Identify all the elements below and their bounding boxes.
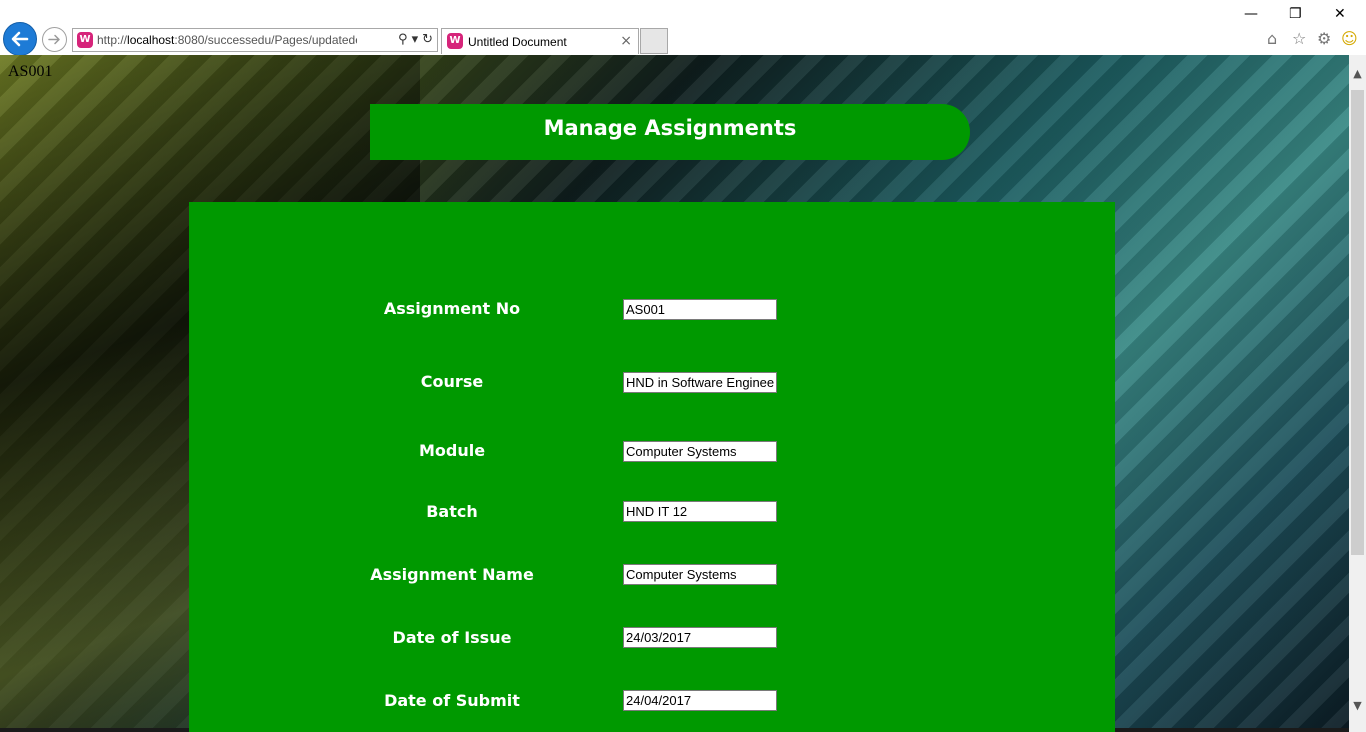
scroll-up-icon[interactable]: ▲ — [1349, 65, 1366, 82]
assignment-no-input[interactable] — [623, 299, 777, 320]
assignment-form: Assignment No Course Module Batch Assign… — [189, 202, 1115, 732]
page-title: Manage Assignments — [543, 116, 797, 140]
module-label: Module — [418, 441, 486, 460]
feedback-smiley-icon[interactable]: ☺ — [1341, 29, 1358, 48]
address-url[interactable]: http://localhost:8080/successedu/Pages/u… — [97, 33, 357, 47]
date-of-submit-input[interactable] — [623, 690, 777, 711]
home-icon[interactable]: ⌂ — [1267, 29, 1277, 48]
course-label: Course — [420, 372, 484, 391]
back-button[interactable] — [3, 22, 37, 56]
module-input[interactable] — [623, 441, 777, 462]
assignment-name-input[interactable] — [623, 564, 777, 585]
maximize-button[interactable]: ❐ — [1289, 6, 1302, 22]
date-of-issue-label: Date of Issue — [392, 628, 512, 647]
batch-label: Batch — [426, 502, 478, 521]
vertical-scrollbar[interactable]: ▲ ▼ — [1349, 55, 1366, 732]
minimize-button[interactable]: — — [1244, 6, 1258, 22]
scroll-down-icon[interactable]: ▼ — [1349, 697, 1366, 714]
url-host: localhost — [127, 33, 175, 47]
settings-gear-icon[interactable]: ⚙ — [1317, 29, 1331, 48]
assignment-no-label: Assignment No — [383, 299, 521, 318]
page-viewport: AS001 Manage Assignments Assignment No C… — [0, 55, 1349, 732]
browser-tab[interactable]: W Untitled Document × — [441, 28, 639, 54]
course-input[interactable] — [623, 372, 777, 393]
date-of-issue-input[interactable] — [623, 627, 777, 648]
arrow-right-icon — [48, 34, 60, 45]
search-icon[interactable]: ⚲ — [398, 32, 408, 47]
date-of-submit-label: Date of Submit — [384, 691, 520, 710]
browser-chrome: — ❐ ✕ W http://localhost:8080/successedu… — [0, 0, 1366, 56]
new-tab-button[interactable] — [640, 28, 668, 54]
arrow-left-icon — [11, 31, 29, 47]
assignment-name-label: Assignment Name — [370, 565, 534, 584]
tab-close-icon[interactable]: × — [620, 33, 632, 49]
refresh-icon[interactable]: ↻ — [422, 32, 433, 47]
forward-button[interactable] — [42, 27, 67, 52]
batch-input[interactable] — [623, 501, 777, 522]
address-tools: ⚲ ▾ ↻ — [394, 32, 433, 47]
close-window-button[interactable]: ✕ — [1334, 6, 1346, 22]
tab-title: Untitled Document — [468, 35, 567, 49]
address-bar[interactable]: W http://localhost:8080/successedu/Pages… — [72, 28, 438, 52]
favorites-star-icon[interactable]: ☆ — [1292, 29, 1306, 48]
site-favicon-icon: W — [77, 32, 93, 48]
page-header-banner: Manage Assignments — [370, 104, 970, 160]
scroll-thumb[interactable] — [1351, 90, 1364, 555]
tab-favicon-icon: W — [447, 33, 463, 49]
assignment-id-text: AS001 — [8, 63, 53, 80]
dropdown-arrow-icon[interactable]: ▾ — [412, 32, 419, 47]
url-path: :8080/successedu/Pages/updatedelete — [174, 33, 357, 47]
